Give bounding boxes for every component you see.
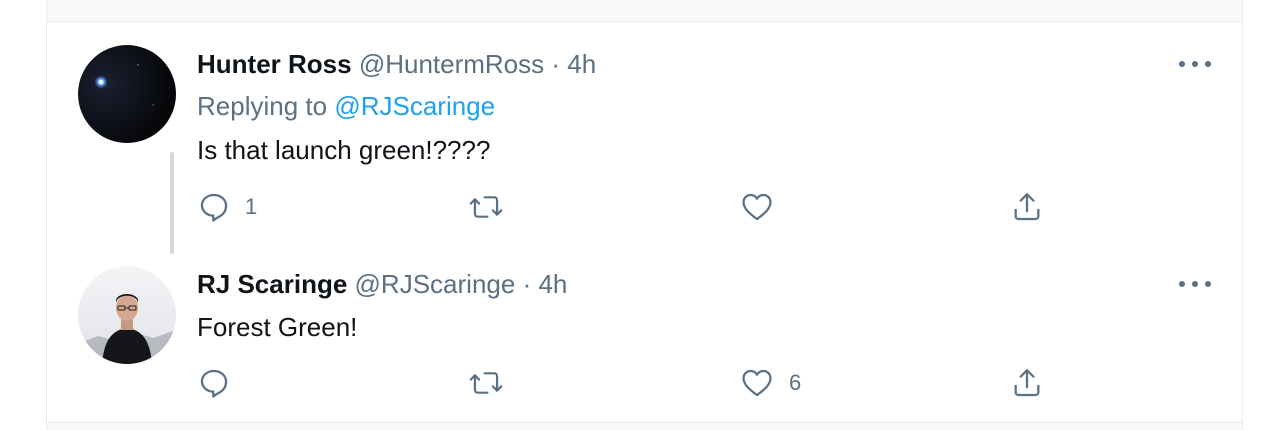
display-name[interactable]: RJ Scaringe	[197, 269, 347, 299]
retweet-button[interactable]	[468, 190, 504, 224]
tweet-header: RJ Scaringe @RJScaringe · 4h	[197, 268, 567, 300]
thread-connector-line	[170, 152, 174, 254]
share-icon	[1014, 369, 1040, 397]
tweet-text: Forest Green!	[197, 312, 358, 342]
retweet-icon	[469, 196, 503, 218]
reply-button[interactable]	[197, 366, 245, 400]
heart-icon	[742, 369, 772, 397]
like-button[interactable]	[739, 190, 775, 224]
timestamp[interactable]: 4h	[538, 269, 567, 299]
replying-to-label: Replying to	[197, 91, 328, 121]
more-options-icon[interactable]	[1179, 278, 1211, 290]
retweet-icon	[469, 372, 503, 394]
user-handle[interactable]: @HuntermRoss	[359, 49, 544, 79]
next-tweet-separator	[47, 422, 1242, 430]
reply-button[interactable]: 1	[197, 190, 257, 224]
avatar[interactable]	[78, 266, 176, 364]
share-button[interactable]	[1010, 190, 1044, 224]
user-handle[interactable]: @RJScaringe	[355, 269, 516, 299]
separator-dot: ·	[522, 269, 532, 299]
separator-dot: ·	[551, 49, 561, 79]
tweet-text: Is that launch green!????	[197, 135, 491, 165]
retweet-button[interactable]	[468, 366, 504, 400]
more-options-icon[interactable]	[1179, 58, 1211, 70]
share-icon	[1014, 193, 1040, 221]
heart-icon	[742, 193, 772, 221]
like-button[interactable]: 6	[739, 366, 801, 400]
tweet-hunter-ross[interactable]: Hunter Ross @HuntermRoss · 4h Replying t…	[47, 0, 1242, 254]
tweet-rj-scaringe[interactable]: RJ Scaringe @RJScaringe · 4h Forest Gree…	[47, 254, 1242, 422]
timestamp[interactable]: 4h	[567, 49, 596, 79]
replying-to: Replying to @RJScaringe	[197, 90, 495, 122]
avatar[interactable]	[78, 45, 176, 143]
share-button[interactable]	[1010, 366, 1044, 400]
like-count: 6	[789, 370, 802, 395]
display-name[interactable]: Hunter Ross	[197, 49, 352, 79]
timeline-column: Hunter Ross @HuntermRoss · 4h Replying t…	[46, 0, 1243, 430]
mention-link[interactable]: @RJScaringe	[334, 91, 495, 121]
speech-bubble-icon	[200, 369, 228, 398]
reply-count: 1	[245, 194, 258, 219]
tweet-header: Hunter Ross @HuntermRoss · 4h	[197, 48, 596, 80]
speech-bubble-icon	[200, 193, 228, 222]
